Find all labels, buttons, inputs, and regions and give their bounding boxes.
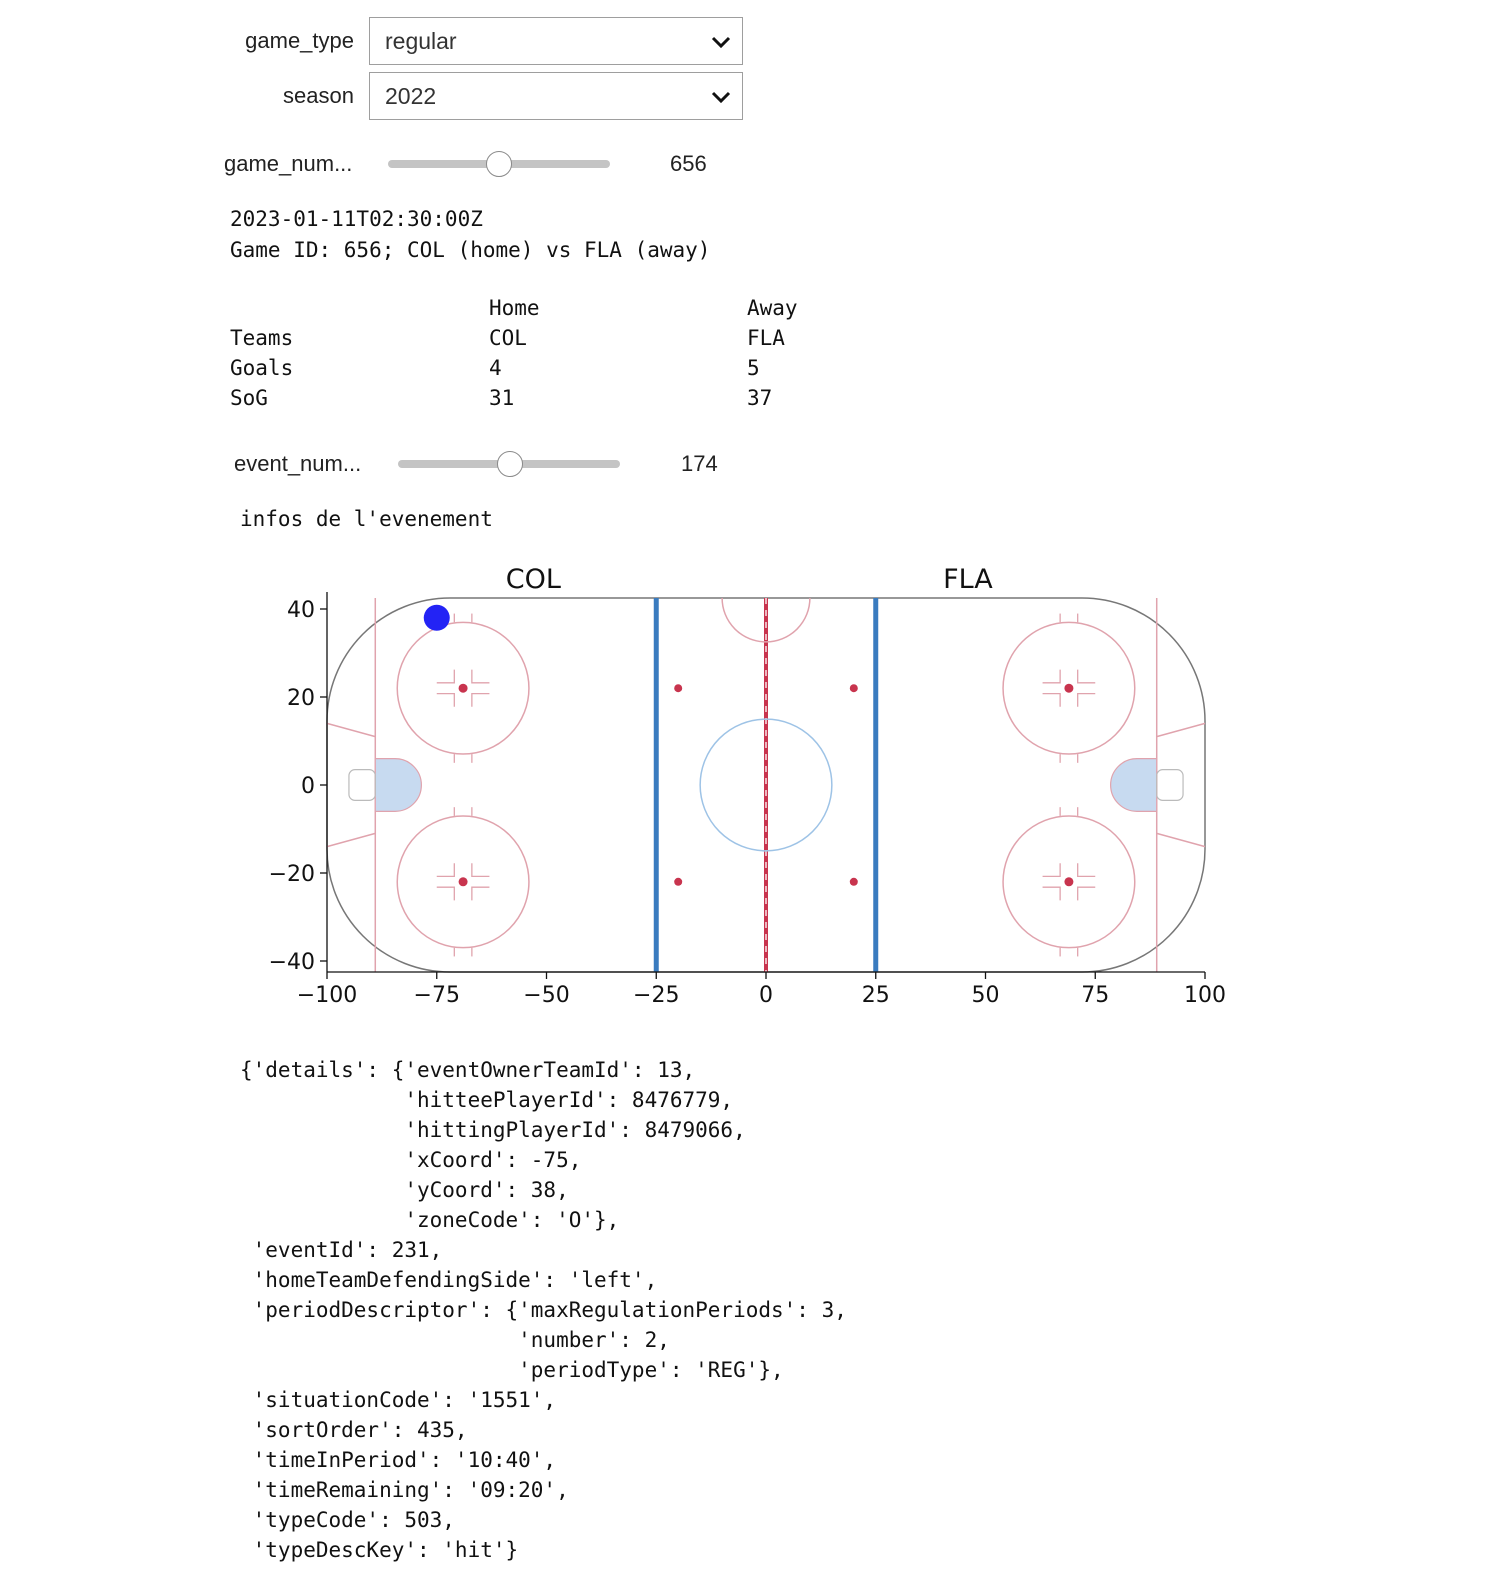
event-detail-line: 'periodType': 'REG'},: [240, 1358, 784, 1382]
faceoff-dot: [849, 877, 858, 886]
event-detail-line: 'periodDescriptor': {'maxRegulationPerio…: [240, 1298, 847, 1322]
faceoff-l-marker: [1077, 669, 1096, 684]
x-tick-label: 25: [862, 983, 890, 1008]
faceoff-l-marker: [471, 692, 490, 707]
faceoff-dot: [674, 684, 683, 693]
event-detail-line: 'hittingPlayerId': 8479066,: [240, 1118, 746, 1142]
faceoff-l-marker: [436, 692, 455, 707]
event-detail-line: 'zoneCode': 'O'},: [240, 1208, 620, 1232]
home-team-title: COL: [506, 564, 561, 595]
event-detail-line: 'typeCode': 503,: [240, 1508, 455, 1532]
event-detail-line: {'details': {'eventOwnerTeamId': 13,: [240, 1058, 696, 1082]
chart-points: [423, 604, 450, 631]
x-tick-label: 0: [759, 983, 773, 1008]
faceoff-l-marker: [1042, 886, 1061, 901]
trapezoid-line: [326, 832, 376, 848]
y-tick-label: −40: [269, 950, 315, 975]
x-tick-label: −50: [523, 983, 569, 1008]
event-detail-line: 'eventId': 231,: [240, 1238, 443, 1262]
event-detail-line: 'timeRemaining': '09:20',: [240, 1478, 569, 1502]
y-tick-label: 0: [301, 774, 315, 799]
faceoff-l-marker: [1042, 692, 1061, 707]
faceoff-dot: [849, 684, 858, 693]
away-team-title: FLA: [943, 564, 993, 595]
rink-chart: −100 −75 −50 −25 0 25 50 75 100 40 20 0 −20 −40 COL FLA: [269, 564, 1226, 1008]
event-detail-line: 'hitteePlayerId': 8476779,: [240, 1088, 734, 1112]
x-tick-label: −75: [414, 983, 460, 1008]
faceoff-l-marker: [1042, 669, 1061, 684]
faceoff-l-marker: [471, 863, 490, 878]
event-detail-line: 'timeInPeriod': '10:40',: [240, 1448, 557, 1472]
goal-net: [348, 769, 376, 801]
x-tick-label: 50: [972, 983, 1000, 1008]
x-tick-label: 75: [1081, 983, 1109, 1008]
faceoff-l-marker: [436, 886, 455, 901]
faceoff-l-marker: [1042, 863, 1061, 878]
rink-background: [326, 597, 1206, 973]
faceoff-l-marker: [1077, 863, 1096, 878]
event-detail-line: 'typeDescKey': 'hit'}: [240, 1538, 519, 1562]
trapezoid-line: [1156, 722, 1206, 738]
faceoff-dot: [1064, 877, 1074, 887]
y-tick-label: 20: [287, 686, 315, 711]
x-tick-label: −25: [633, 983, 679, 1008]
faceoff-dot: [674, 877, 683, 886]
x-tick-label: −100: [297, 983, 357, 1008]
goal-crease: [1110, 758, 1158, 812]
faceoff-dot: [1064, 683, 1074, 693]
event-detail-line: 'yCoord': 38,: [240, 1178, 569, 1202]
event-detail-line: 'sortOrder': 435,: [240, 1418, 468, 1442]
faceoff-l-marker: [471, 886, 490, 901]
event-detail-line: 'homeTeamDefendingSide': 'left',: [240, 1268, 658, 1292]
trapezoid-line: [1156, 832, 1206, 848]
faceoff-l-marker: [436, 669, 455, 684]
faceoff-l-marker: [436, 863, 455, 878]
trapezoid-line: [326, 722, 376, 738]
faceoff-dot: [458, 683, 468, 693]
y-tick-label: −20: [269, 862, 315, 887]
faceoff-l-marker: [1077, 692, 1096, 707]
y-tick-label: 40: [287, 598, 315, 623]
x-tick-label: 100: [1184, 983, 1226, 1008]
faceoff-l-marker: [471, 669, 490, 684]
event-detail-line: 'xCoord': -75,: [240, 1148, 582, 1172]
goal-net: [1156, 769, 1184, 801]
event-detail-line: 'number': 2,: [240, 1328, 670, 1352]
goal-crease: [374, 758, 422, 812]
faceoff-dot: [458, 877, 468, 887]
event-detail-line: 'situationCode': '1551',: [240, 1388, 557, 1412]
faceoff-l-marker: [1077, 886, 1096, 901]
event-point: [423, 604, 450, 631]
